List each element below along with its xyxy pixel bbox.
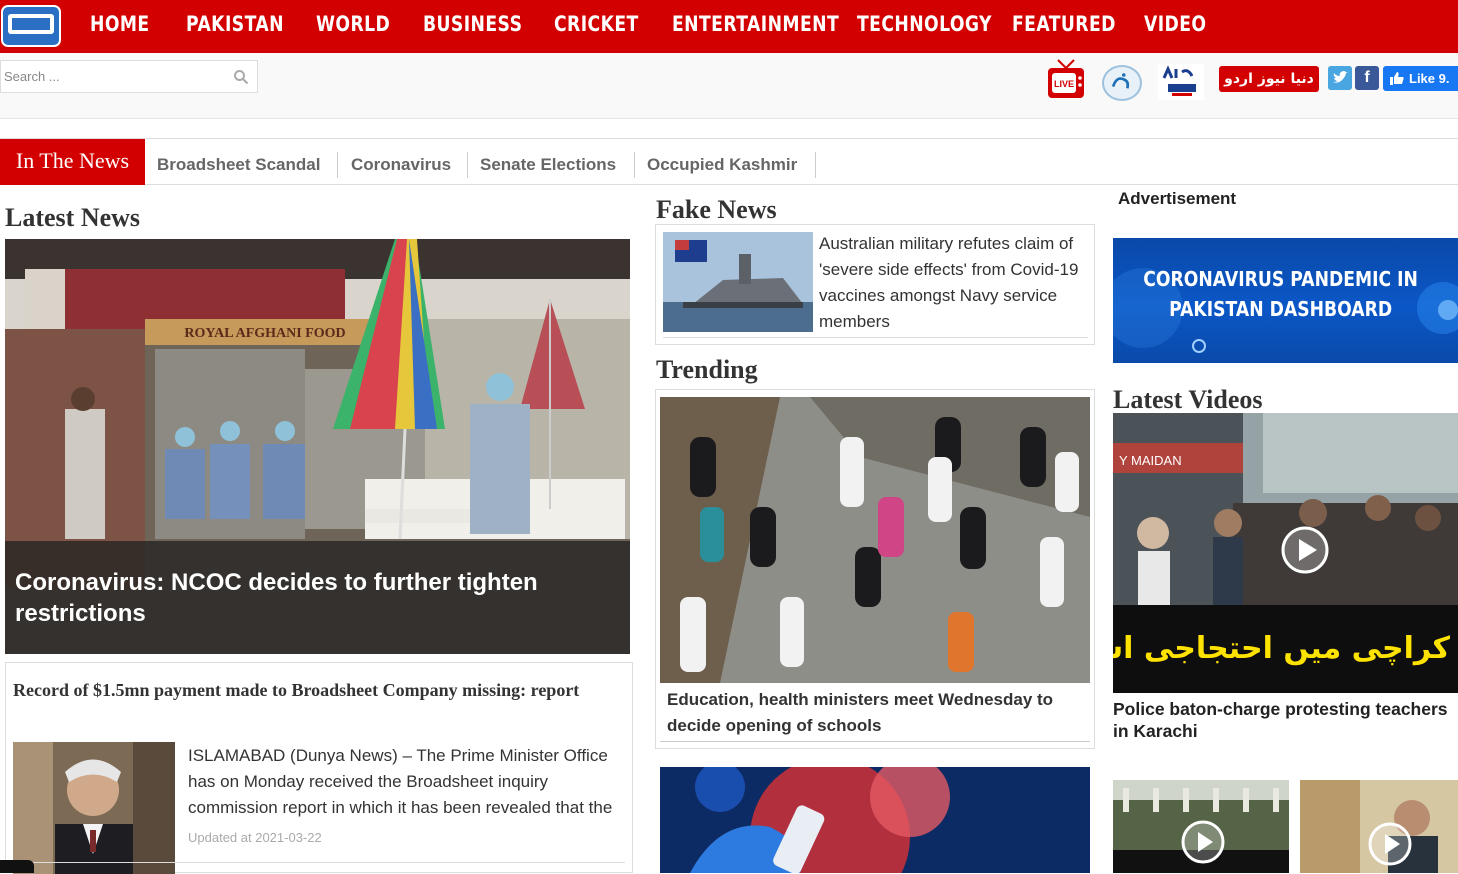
dunya-channel-icon[interactable] — [1102, 65, 1142, 101]
trending-headline[interactable]: Education, health ministers meet Wednesd… — [667, 687, 1087, 739]
live-label: LIVE — [1054, 79, 1074, 89]
trending-divider — [660, 741, 1090, 742]
itn-divider — [337, 152, 338, 178]
toolbar: LIVE دنیا نیوز اردو f Like 9. — [0, 53, 1458, 119]
latest-video-main[interactable]: Y MAIDAN کراچی میں احتجاجی اساتذہ پر پول… — [1113, 413, 1458, 693]
latest-news-heading: Latest News — [5, 203, 141, 232]
nav-business[interactable]: BUSINESS — [423, 12, 522, 36]
nav-world[interactable]: WORLD — [316, 12, 390, 36]
nav-video[interactable]: VIDEO — [1144, 12, 1206, 36]
news-card-date: Updated at 2021-03-22 — [188, 830, 322, 845]
dunya-news-logo[interactable] — [0, 0, 62, 50]
news-card-excerpt: ISLAMABAD (Dunya News) – The Prime Minis… — [188, 746, 613, 817]
news-card: Record of $1.5mn payment made to Broadsh… — [5, 662, 633, 874]
in-the-news-label: In The News — [0, 139, 145, 185]
itn-link-coronavirus[interactable]: Coronavirus — [351, 155, 451, 175]
search-icon[interactable] — [233, 69, 249, 85]
itn-link-occupied-kashmir[interactable]: Occupied Kashmir — [647, 155, 797, 175]
nav-pakistan[interactable]: PAKISTAN — [186, 12, 284, 36]
hero-headline[interactable]: Coronavirus: NCOC decides to further tig… — [15, 567, 615, 629]
itn-divider — [467, 152, 468, 178]
itn-link-broadsheet[interactable]: Broadsheet Scandal — [157, 155, 320, 175]
trending-item[interactable]: Education, health ministers meet Wednesd… — [655, 389, 1095, 749]
fake-news-divider — [663, 337, 1088, 338]
video-title-line-2: in Karachi — [1113, 721, 1198, 741]
dunya-urdu-button[interactable]: دنیا نیوز اردو — [1219, 66, 1319, 92]
itn-divider — [634, 152, 635, 178]
video-van-sign: Y MAIDAN — [1119, 453, 1182, 468]
lahore-news-icon[interactable] — [1158, 64, 1204, 100]
itn-divider — [815, 152, 816, 178]
nav-home[interactable]: HOME — [90, 12, 150, 36]
video-urdu-caption: کراچی میں احتجاجی اساتذہ پر پولیس کا لاٹ… — [1113, 605, 1458, 693]
advertisement-label: Advertisement — [1118, 189, 1237, 208]
video-title-line-1: Police baton-charge protesting teachers — [1113, 699, 1448, 719]
in-the-news-bar: In The News Broadsheet Scandal Coronavir… — [0, 138, 1458, 185]
coronavirus-dashboard-ad[interactable]: CORONAVIRUS PANDEMIC IN PAKISTAN DASHBOA… — [1113, 238, 1458, 363]
twitter-icon[interactable] — [1328, 66, 1352, 90]
nav-technology[interactable]: TECHNOLOGY — [857, 12, 992, 36]
hero-sign-text: ROYAL AFGHANI FOOD — [184, 326, 345, 341]
news-card-thumbnail[interactable] — [13, 742, 175, 874]
facebook-like-button[interactable]: Like 9. — [1383, 66, 1458, 91]
video-frame: Y MAIDAN — [1113, 413, 1458, 605]
nav-cricket[interactable]: CRICKET — [554, 12, 639, 36]
ad-banner-text: CORONAVIRUS PANDEMIC IN PAKISTAN DASHBOA… — [1143, 267, 1418, 321]
trending-image-2[interactable] — [660, 767, 1090, 873]
top-nav-bar: HOME PAKISTAN WORLD BUSINESS CRICKET ENT… — [0, 0, 1458, 53]
video-thumbnail-1[interactable] — [1113, 780, 1289, 873]
video-thumbnail-2[interactable] — [1300, 780, 1458, 873]
nav-entertainment[interactable]: ENTERTAINMENT — [672, 12, 839, 36]
like-label: Like 9. — [1409, 71, 1450, 86]
thumbs-up-icon — [1390, 72, 1404, 85]
hero-caption: Coronavirus: NCOC decides to further tig… — [5, 541, 630, 654]
latest-news-hero[interactable]: ROYAL AFGHANI FOOD Coronavirus: NCOC dec… — [5, 239, 630, 654]
nav-featured[interactable]: FEATURED — [1012, 12, 1116, 36]
play-icon[interactable] — [1280, 525, 1330, 575]
live-tv-icon[interactable]: LIVE — [1046, 58, 1086, 100]
news-card-divider — [13, 862, 625, 863]
trending-image[interactable] — [660, 397, 1090, 683]
facebook-icon[interactable]: f — [1355, 66, 1379, 90]
search-input[interactable] — [1, 61, 221, 92]
latest-video-title[interactable]: Police baton-charge protesting teachers … — [1113, 698, 1458, 742]
fake-news-thumbnail[interactable] — [663, 232, 813, 332]
fake-news-heading: Fake News — [656, 195, 777, 224]
fake-news-item[interactable]: Australian military refutes claim of 'se… — [655, 224, 1095, 345]
trending-heading: Trending — [656, 355, 758, 384]
fake-news-text[interactable]: Australian military refutes claim of 'se… — [819, 231, 1091, 335]
itn-link-senate-elections[interactable]: Senate Elections — [480, 155, 616, 175]
latest-videos-heading: Latest Videos — [1113, 385, 1263, 414]
search-box — [0, 60, 258, 93]
scroll-indicator — [0, 860, 34, 873]
news-card-title[interactable]: Record of $1.5mn payment made to Broadsh… — [13, 675, 613, 705]
